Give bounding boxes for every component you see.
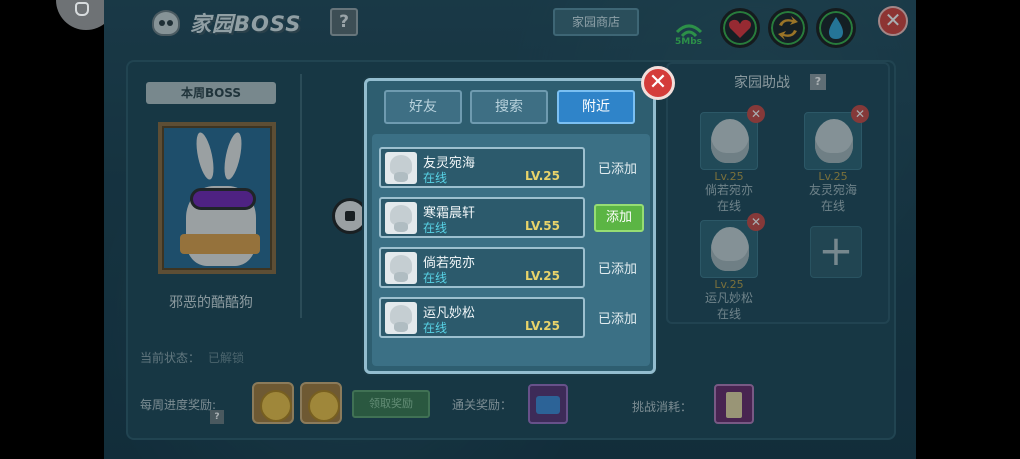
list-item[interactable]: 寒霜晨轩 在线 LV.55 <box>379 197 585 238</box>
player-avatar <box>385 252 417 284</box>
tab-friends[interactable]: 好友 <box>384 90 462 124</box>
tab-search[interactable]: 搜索 <box>470 90 548 124</box>
player-avatar <box>385 152 417 184</box>
player-level: LV.55 <box>525 219 560 233</box>
list-item[interactable]: 运凡妙松 在线 LV.25 <box>379 297 585 338</box>
list-item[interactable]: 友灵宛海 在线 LV.25 <box>379 147 585 188</box>
player-avatar <box>385 302 417 334</box>
added-label: 已添加 <box>598 162 638 177</box>
add-friend-button[interactable]: 添加 <box>594 204 644 232</box>
modal-close-button[interactable]: ✕ <box>641 66 675 100</box>
player-status: 在线 <box>423 271 448 285</box>
player-avatar <box>385 202 417 234</box>
player-status: 在线 <box>423 321 448 335</box>
bell-icon <box>75 2 89 16</box>
tab-nearby[interactable]: 附近 <box>557 90 635 124</box>
added-label: 已添加 <box>598 312 638 327</box>
list-item[interactable]: 倘若宛亦 在线 LV.25 <box>379 247 585 288</box>
player-status: 在线 <box>423 171 448 185</box>
added-label: 已添加 <box>598 262 638 277</box>
player-level: LV.25 <box>525 269 560 283</box>
player-level: LV.25 <box>525 169 560 183</box>
player-status: 在线 <box>423 221 448 235</box>
player-level: LV.25 <box>525 319 560 333</box>
